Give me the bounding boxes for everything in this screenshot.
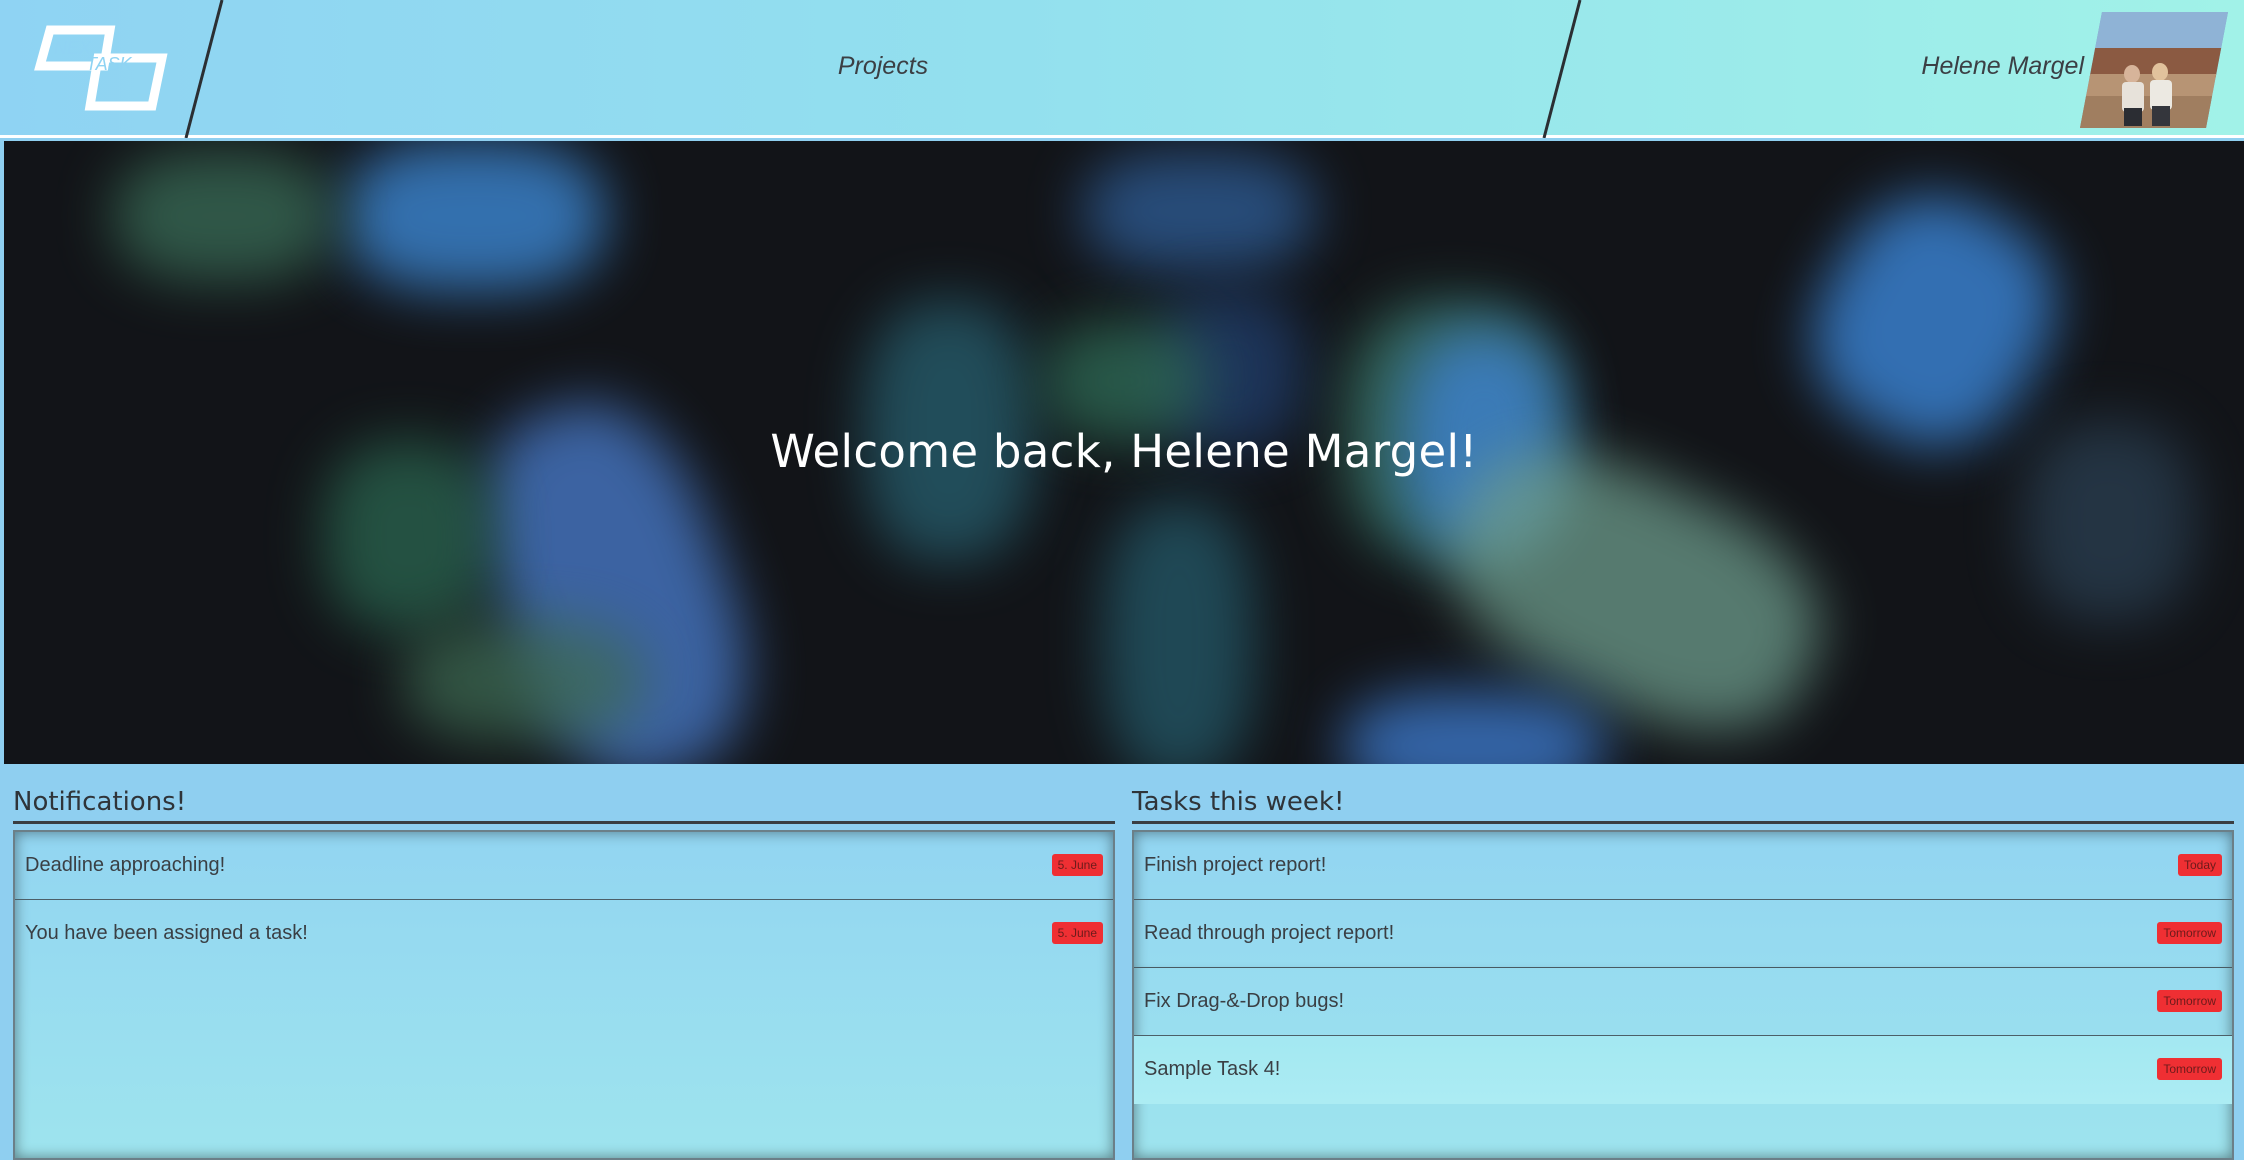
due-badge: Tomorrow: [2157, 1058, 2222, 1080]
welcome-heading: Welcome back, Helene Margel!: [770, 425, 1478, 478]
top-header: NEX TASK Projects Helene Margel: [0, 0, 2244, 138]
bokeh-light: [114, 151, 334, 281]
nextask-logo[interactable]: NEX TASK: [34, 22, 174, 118]
notifications-title: Notifications!: [13, 782, 1115, 824]
task-text: Sample Task 4!: [1144, 1058, 1281, 1080]
notification-item[interactable]: Deadline approaching! 5. June: [15, 832, 1113, 900]
user-name[interactable]: Helene Margel: [1921, 52, 2084, 81]
bokeh-light: [1104, 501, 1254, 764]
task-item[interactable]: Read through project report! Tomorrow: [1134, 900, 2232, 968]
due-badge: Tomorrow: [2157, 990, 2222, 1012]
bokeh-light: [344, 141, 604, 291]
task-text: Fix Drag-&-Drop bugs!: [1144, 990, 1345, 1012]
due-badge: Today: [2177, 854, 2222, 876]
notification-text: You have been assigned a task!: [25, 922, 308, 944]
user-avatar[interactable]: [2080, 12, 2228, 128]
nav-projects-link[interactable]: Projects: [800, 52, 966, 81]
task-text: Read through project report!: [1144, 922, 1395, 944]
due-badge: Tomorrow: [2157, 922, 2222, 944]
task-text: Finish project report!: [1144, 854, 1327, 876]
hero-banner: Welcome back, Helene Margel!: [4, 141, 2244, 764]
task-item[interactable]: Sample Task 4! Tomorrow: [1134, 1036, 2232, 1104]
task-item[interactable]: Fix Drag-&-Drop bugs! Tomorrow: [1134, 968, 2232, 1036]
logo-text-bottom: TASK: [86, 54, 133, 74]
notification-item[interactable]: You have been assigned a task! 5. June: [15, 900, 1113, 968]
tasks-title: Tasks this week!: [1132, 782, 2234, 824]
bokeh-light: [1084, 151, 1314, 271]
tasks-list: Finish project report! Today Read throug…: [1132, 830, 2234, 1160]
bokeh-light: [1344, 691, 1604, 764]
bokeh-light: [404, 621, 644, 741]
tasks-panel: Tasks this week! Finish project report! …: [1132, 782, 2234, 1160]
notification-text: Deadline approaching!: [25, 854, 226, 876]
bokeh-light: [1044, 321, 1204, 441]
notifications-panel: Notifications! Deadline approaching! 5. …: [13, 782, 1115, 1160]
date-badge: 5. June: [1051, 854, 1103, 876]
notifications-list: Deadline approaching! 5. June You have b…: [13, 830, 1115, 1160]
date-badge: 5. June: [1051, 922, 1103, 944]
task-item[interactable]: Finish project report! Today: [1134, 832, 2232, 900]
